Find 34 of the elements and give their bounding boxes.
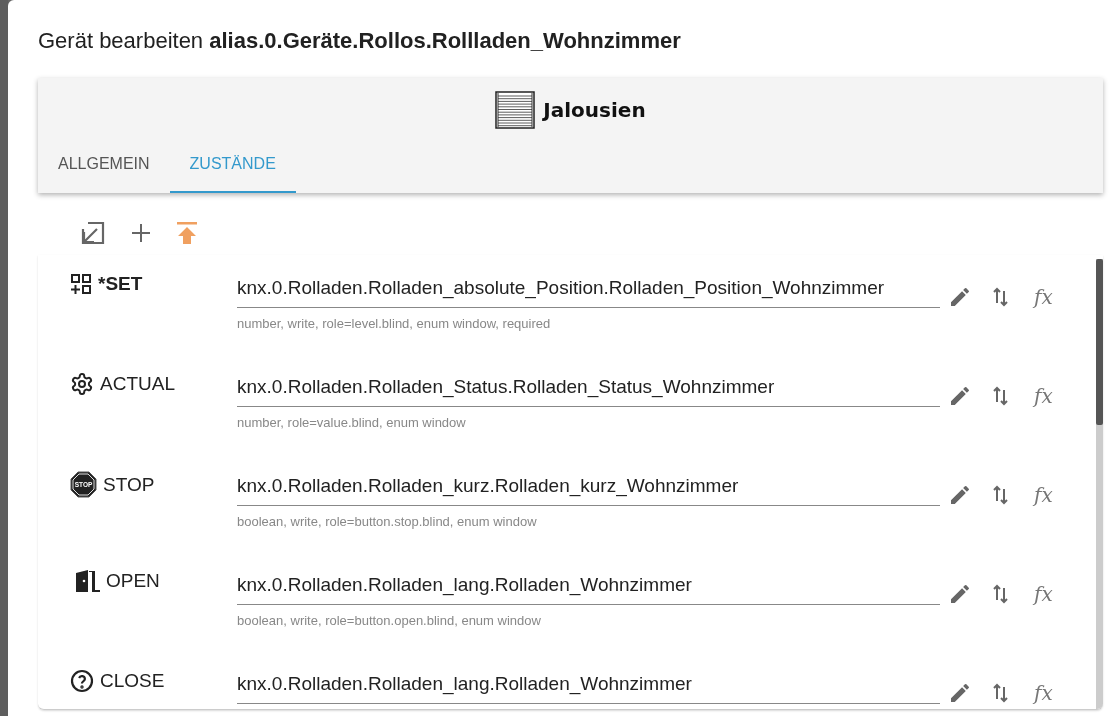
edit-icon[interactable] [948, 483, 972, 507]
state-id-field[interactable]: knx.0.Rolladen.Rolladen_lang.Rolladen_Wohnzimmer [237, 570, 940, 605]
state-hint: number, write, role=level.blind, enum window, required [237, 316, 552, 331]
state-name: STOP [103, 473, 155, 496]
state-hint: boolean, write, role=button.open.blind, enum window [237, 613, 542, 628]
state-id-field[interactable]: knx.0.Rolladen.Rolladen_lang.Rolladen_Wohnzimmer [237, 669, 940, 704]
edit-icon[interactable] [948, 681, 972, 705]
state-name: OPEN [106, 570, 160, 592]
state-id-field[interactable]: knx.0.Rolladen.Rolladen_Status.Rolladen_Status_Wohnzimmer [237, 372, 940, 407]
scrollbar[interactable] [1096, 259, 1103, 709]
question-circle-icon [70, 669, 94, 693]
window-blinds-icon [495, 91, 536, 129]
gear-icon [70, 372, 94, 396]
state-hint: number, role=value.blind, enum window [237, 415, 467, 430]
tab[interactable]: ALLGEMEIN [38, 142, 170, 193]
state-hint: boolean, write, role=button.stop.blind, enum window [237, 514, 538, 529]
function-button[interactable]: fx [1030, 681, 1057, 705]
edit-icon[interactable] [948, 582, 972, 606]
function-button[interactable]: fx [1030, 384, 1057, 408]
function-button[interactable]: fx [1030, 483, 1057, 507]
function-button[interactable]: fx [1030, 582, 1057, 606]
state-name: ACTUAL [100, 373, 175, 395]
state-name: *SET [98, 273, 143, 295]
device-type-label: Jalousien [543, 98, 646, 122]
dialog-title: Gerät bearbeiten alias.0.Geräte.Rollos.Rollladen_Wohnzimmer [38, 28, 682, 54]
state-name: CLOSE [100, 670, 165, 692]
state-id-field[interactable]: knx.0.Rolladen.Rolladen_absolute_Position.Rolladen_Position_Wohnzimmer [237, 273, 940, 308]
edit-icon[interactable] [948, 285, 972, 309]
function-button[interactable]: fx [1030, 285, 1057, 309]
grid-plus-icon [70, 273, 92, 295]
state-id-field[interactable]: knx.0.Rolladen.Rolladen_kurz.Rolladen_kurz_Wohnzimmer [237, 471, 940, 506]
collapse-icon[interactable] [80, 220, 106, 246]
add-icon[interactable] [130, 222, 152, 244]
edit-icon[interactable] [948, 384, 972, 408]
